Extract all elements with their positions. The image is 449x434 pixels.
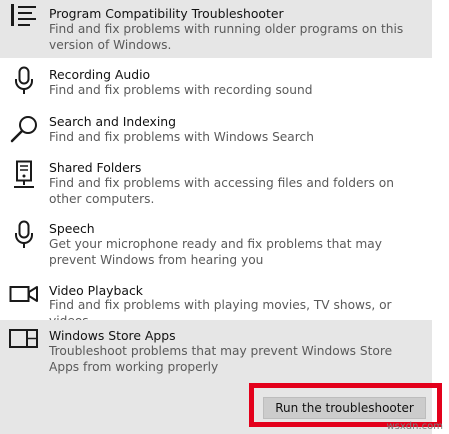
troubleshooter-item-video-playback[interactable]: Video Playback Find and fix problems wit… (0, 278, 432, 328)
troubleshooter-item-speech[interactable]: Speech Get your microphone ready and fix… (0, 216, 432, 278)
troubleshooter-item-shared-folders[interactable]: Shared Folders Find and fix problems wit… (0, 156, 432, 216)
item-title: Speech (49, 221, 95, 236)
watermark: wsxdn.com (386, 421, 443, 432)
video-camera-icon (8, 284, 40, 316)
item-description: Get your microphone ready and fix proble… (49, 237, 382, 267)
item-title: Recording Audio (49, 67, 151, 82)
microphone-icon (8, 220, 40, 252)
troubleshooter-item-recording-audio[interactable]: Recording Audio Find and fix problems wi… (0, 58, 432, 110)
search-icon (8, 114, 40, 146)
item-description: Find and fix problems with accessing fil… (49, 176, 394, 206)
item-title: Video Playback (49, 283, 143, 298)
store-apps-icon (8, 328, 40, 360)
item-title: Search and Indexing (49, 114, 177, 129)
item-description: Find and fix problems with running older… (49, 22, 404, 52)
item-title: Shared Folders (49, 160, 142, 175)
item-description: Find and fix problems with Windows Searc… (49, 130, 314, 144)
shared-folders-icon (8, 160, 40, 192)
run-troubleshooter-button[interactable]: Run the troubleshooter (263, 397, 426, 419)
item-description: Find and fix problems with recording sou… (49, 83, 313, 97)
troubleshooter-item-program-compatibility[interactable]: Program Compatibility Troubleshooter Fin… (0, 0, 432, 58)
item-title: Program Compatibility Troubleshooter (49, 6, 284, 21)
item-title: Windows Store Apps (49, 328, 176, 343)
troubleshooter-item-search-indexing[interactable]: Search and Indexing Find and fix problem… (0, 110, 432, 156)
item-description: Troubleshoot problems that may prevent W… (49, 344, 393, 374)
microphone-icon (8, 66, 40, 98)
list-icon (8, 2, 40, 34)
